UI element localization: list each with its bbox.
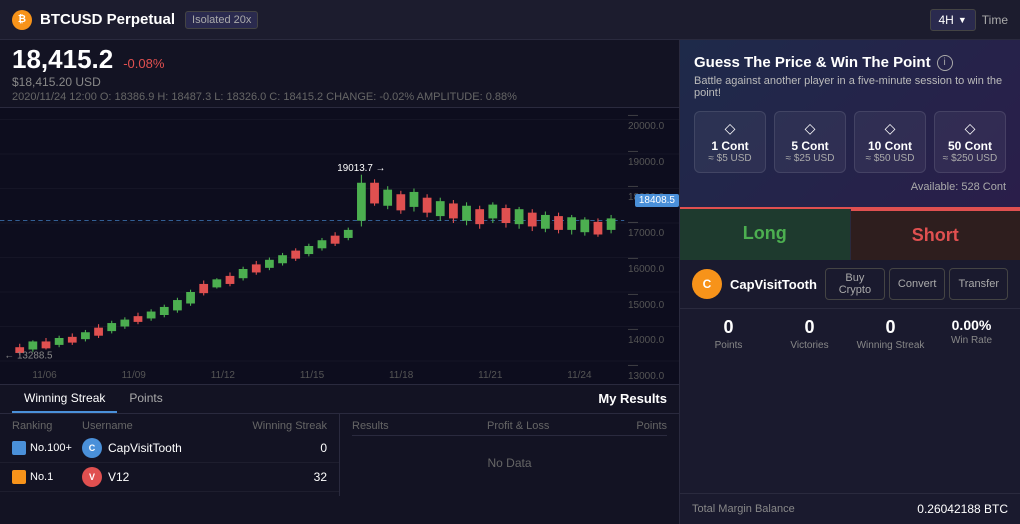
coin-card-10-cont[interactable]: ◇ 10 Cont ≈ $50 USD bbox=[854, 111, 926, 173]
stat-winning-streak: 0 Winning Streak bbox=[854, 317, 927, 351]
coin-card-50-cont[interactable]: ◇ 50 Cont ≈ $250 USD bbox=[934, 111, 1006, 173]
user-col: V V12 bbox=[82, 467, 247, 487]
stat-label-victories: Victories bbox=[773, 340, 846, 351]
y-axis-labels: — 20000.0 — 19000.0 — 18000.0 — 17000.0 … bbox=[624, 108, 679, 384]
diamond-icon: ◇ bbox=[781, 120, 839, 137]
game-title: Guess The Price & Win The Point bbox=[694, 54, 931, 71]
table-row: No.100+ C CapVisitTooth 0 bbox=[0, 434, 339, 463]
isolated-badge: Isolated 20x bbox=[185, 11, 258, 29]
stat-victories: 0 Victories bbox=[773, 317, 846, 351]
left-panel: 18,415.2 -0.08% $18,415.20 USD 2020/11/2… bbox=[0, 40, 680, 524]
current-price-tag: 18408.5 bbox=[635, 194, 679, 207]
rank-gem-icon bbox=[12, 441, 26, 455]
action-buttons: Buy Crypto Convert Transfer bbox=[825, 268, 1008, 300]
stat-label-streak: Winning Streak bbox=[854, 340, 927, 351]
bottom-content: Ranking Username Winning Streak No.100+ … bbox=[0, 414, 679, 496]
candlestick-chart: 19013.7 → ← 13288.5 bbox=[0, 108, 679, 384]
user-section: C CapVisitTooth Buy Crypto Convert Trans… bbox=[680, 260, 1020, 309]
stats-section: 0 Points 0 Victories 0 Winning Streak 0.… bbox=[680, 309, 1020, 359]
x-axis-labels: 11/06 11/09 11/12 11/15 11/18 11/21 11/2… bbox=[0, 366, 624, 384]
buy-crypto-button[interactable]: Buy Crypto bbox=[825, 268, 885, 300]
header: ₿ BTCUSD Perpetual Isolated 20x 4H ▼ Tim… bbox=[0, 0, 1020, 40]
tab-winning-streak[interactable]: Winning Streak bbox=[12, 385, 117, 413]
user-col: C CapVisitTooth bbox=[82, 438, 247, 458]
results-section: Results Profit & Loss Points No Data bbox=[339, 414, 679, 496]
leaderboard-section: Ranking Username Winning Streak No.100+ … bbox=[0, 414, 339, 496]
col-streak: Winning Streak bbox=[247, 420, 327, 432]
no-data-label: No Data bbox=[352, 440, 667, 486]
btc-icon: ₿ bbox=[12, 10, 32, 30]
info-icon[interactable]: i bbox=[937, 55, 953, 71]
bottom-section: Winning Streak Points My Results Ranking… bbox=[0, 384, 679, 524]
coin-card-1-cont[interactable]: ◇ 1 Cont ≈ $5 USD bbox=[694, 111, 766, 173]
margin-value: 0.26042188 BTC bbox=[917, 502, 1008, 516]
stat-value-streak: 0 bbox=[854, 317, 927, 338]
bottom-tabs: Winning Streak Points My Results bbox=[0, 385, 679, 414]
avatar: C bbox=[692, 269, 722, 299]
diamond-icon: ◇ bbox=[701, 120, 759, 137]
avatar: C bbox=[82, 438, 102, 458]
trade-buttons: Long Short bbox=[680, 207, 1020, 260]
stat-value-victories: 0 bbox=[773, 317, 846, 338]
game-title-row: Guess The Price & Win The Point i bbox=[694, 54, 1006, 71]
col-points: Points bbox=[607, 420, 667, 432]
chart-area: 19013.7 → ← 13288.5 — 20000.0 — 19000.0 … bbox=[0, 108, 679, 384]
svg-text:← 13288.5: ← 13288.5 bbox=[4, 351, 53, 362]
stat-value-points: 0 bbox=[692, 317, 765, 338]
diamond-icon: ◇ bbox=[861, 120, 919, 137]
avatar: V bbox=[82, 467, 102, 487]
col-ranking: Ranking bbox=[12, 420, 82, 432]
svg-text:19013.7 →: 19013.7 → bbox=[337, 163, 385, 174]
price-stats: 2020/11/24 12:00 O: 18386.9 H: 18487.3 L… bbox=[12, 91, 667, 103]
table-row: No.1 V V12 32 bbox=[0, 463, 339, 492]
margin-section: Total Margin Balance 0.26042188 BTC bbox=[680, 493, 1020, 524]
username-label: CapVisitTooth bbox=[730, 277, 817, 292]
tab-points[interactable]: Points bbox=[117, 385, 174, 413]
game-subtitle: Battle against another player in a five-… bbox=[694, 75, 1006, 99]
stat-label-points: Points bbox=[692, 340, 765, 351]
game-section: Guess The Price & Win The Point i Battle… bbox=[680, 40, 1020, 207]
coin-card-5-cont[interactable]: ◇ 5 Cont ≈ $25 USD bbox=[774, 111, 846, 173]
col-pnl: Profit & Loss bbox=[487, 420, 607, 432]
price-change: -0.08% bbox=[123, 56, 164, 71]
price-info: 18,415.2 -0.08% $18,415.20 USD 2020/11/2… bbox=[0, 40, 679, 108]
rank-badge: No.1 bbox=[12, 470, 82, 484]
diamond-icon: ◇ bbox=[941, 120, 999, 137]
my-results-title: My Results bbox=[598, 385, 667, 413]
stat-win-rate: 0.00% Win Rate bbox=[935, 317, 1008, 351]
coin-options: ◇ 1 Cont ≈ $5 USD ◇ 5 Cont ≈ $25 USD ◇ 1… bbox=[694, 111, 1006, 173]
convert-button[interactable]: Convert bbox=[889, 268, 946, 300]
transfer-button[interactable]: Transfer bbox=[949, 268, 1008, 300]
time-label: Time bbox=[982, 13, 1008, 27]
leaderboard-header: Ranking Username Winning Streak bbox=[0, 418, 339, 434]
main-layout: 18,415.2 -0.08% $18,415.20 USD 2020/11/2… bbox=[0, 40, 1020, 524]
short-button[interactable]: Short bbox=[851, 209, 1020, 260]
available-balance: Available: 528 Cont bbox=[694, 181, 1006, 193]
margin-label: Total Margin Balance bbox=[692, 503, 795, 515]
stat-points: 0 Points bbox=[692, 317, 765, 351]
long-button[interactable]: Long bbox=[680, 209, 851, 260]
right-panel: Guess The Price & Win The Point i Battle… bbox=[680, 40, 1020, 524]
price-main: 18,415.2 bbox=[12, 44, 113, 75]
chart-container: 19013.7 → ← 13288.5 — 20000.0 — 19000.0 … bbox=[0, 108, 679, 384]
timeframe-button[interactable]: 4H ▼ bbox=[930, 9, 976, 31]
pair-title: BTCUSD Perpetual bbox=[40, 11, 175, 28]
col-results: Results bbox=[352, 420, 487, 432]
stat-value-winrate: 0.00% bbox=[935, 317, 1008, 333]
price-usd: $18,415.20 USD bbox=[12, 75, 667, 89]
rank-gem-icon bbox=[12, 470, 26, 484]
results-header: Results Profit & Loss Points bbox=[352, 420, 667, 436]
col-username: Username bbox=[82, 420, 247, 432]
stat-label-winrate: Win Rate bbox=[935, 335, 1008, 346]
rank-badge: No.100+ bbox=[12, 441, 82, 455]
